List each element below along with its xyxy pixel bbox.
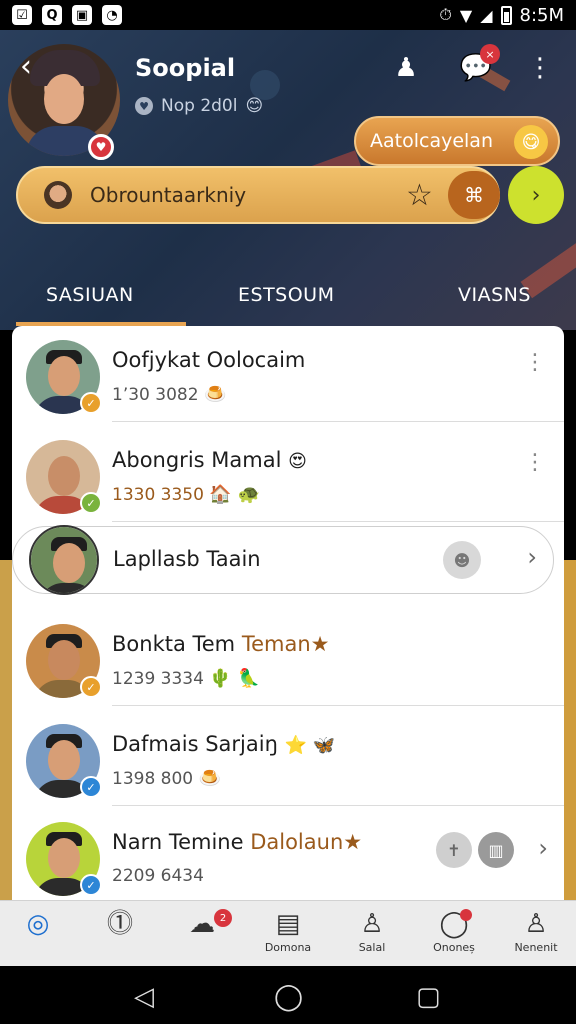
more-vert-icon[interactable]: ⋮ bbox=[522, 50, 558, 86]
home-circle-icon[interactable]: ◯ bbox=[274, 982, 303, 1012]
profile-icon: ♙ bbox=[524, 909, 548, 939]
battery-icon bbox=[500, 5, 512, 25]
contact-list: ✓ Oofjykat Oolocaim 1’30 3082 🍮 ⋮ ✓ Abon… bbox=[12, 326, 564, 900]
notification-dot bbox=[460, 909, 472, 921]
contact-number: 1330 3350 🏠 🐢 bbox=[112, 484, 260, 505]
contact-number: 1’30 3082 🍮 bbox=[112, 384, 227, 405]
nav-label: Salal bbox=[358, 941, 386, 954]
contact-name: Bonkta Tem Teman★ bbox=[112, 632, 330, 656]
clock-icon: ◔ bbox=[102, 5, 122, 25]
search-text: Obrountaarkniy bbox=[90, 183, 247, 207]
verified-check-icon: ✓ bbox=[80, 676, 102, 698]
contact-number: 1239 3334 🌵 🦜 bbox=[112, 668, 260, 689]
search-bar[interactable]: Obrountaarkniy ☆ ⌘ bbox=[16, 166, 500, 224]
contact-name: Oofjykat Oolocaim bbox=[112, 348, 306, 372]
contact-number: 2209 6434 bbox=[112, 866, 204, 886]
store-icon: ▤ bbox=[275, 909, 301, 939]
list-item[interactable]: ✓ Abongris Mamal 😍 1330 3350 🏠 🐢 ⋮ bbox=[12, 426, 564, 522]
chevron-right-icon[interactable]: › bbox=[527, 543, 537, 571]
divider bbox=[112, 421, 564, 422]
nav-ononeș[interactable]: ◯ Ononeș bbox=[418, 907, 490, 963]
divider bbox=[112, 705, 564, 706]
pill-label: Aatolcayelan bbox=[370, 130, 493, 152]
contact-name: Dafmais Sarjaiŋ ⭐ 🦋 bbox=[112, 732, 336, 756]
avatar-face bbox=[44, 74, 84, 124]
profile-subtitle: ♥ Nop 2d0l 😊 bbox=[135, 96, 263, 116]
wifi-icon: ▼ bbox=[459, 5, 473, 25]
page-title: Soopial bbox=[135, 54, 236, 82]
chevron-right-icon[interactable]: › bbox=[538, 834, 548, 862]
more-vert-icon[interactable]: ⋮ bbox=[524, 450, 546, 475]
status-bar: ☑ Q ▣ ◔ ⏱ ▼ ◢ 8:5M bbox=[0, 0, 576, 30]
home-target-icon: ◎ bbox=[26, 909, 50, 939]
tab-bar: SASIUAN ESTSOUM VIASNS bbox=[0, 280, 576, 326]
pin-icon[interactable]: ✝ bbox=[436, 832, 472, 868]
list-item[interactable]: ✓ Dafmais Sarjaiŋ ⭐ 🦋 1398 800 🍮 bbox=[12, 710, 564, 806]
star-icon[interactable]: ☆ bbox=[406, 178, 433, 213]
divider bbox=[112, 805, 564, 806]
app-icon-3: ▣ bbox=[72, 5, 92, 25]
notification-badge: × bbox=[480, 44, 500, 64]
list-item[interactable]: ✓ Narn Temine Dalolaun★ 2209 6434 ✝ ▥ › bbox=[12, 808, 564, 900]
nav-salal[interactable]: ♙ Salal bbox=[336, 907, 408, 963]
alarm-icon: ⏱ bbox=[439, 5, 452, 24]
decor-side-right bbox=[564, 560, 576, 900]
tab-estsoum[interactable]: ESTSOUM bbox=[238, 284, 335, 306]
list-item[interactable]: ✓ Oofjykat Oolocaim 1’30 3082 🍮 ⋮ bbox=[12, 326, 564, 422]
system-navigation-bar: ◁ ◯ ▢ bbox=[0, 966, 576, 1024]
nav-home[interactable]: ◎ bbox=[2, 907, 74, 963]
profile-header: ♥ ‹ Soopial ♥ Nop 2d0l 😊 ♟ 💬 × ⋮ Aatolca… bbox=[0, 30, 576, 330]
nav-label: Ononeș bbox=[433, 941, 475, 954]
battery-action-icon[interactable]: ▥ bbox=[478, 832, 514, 868]
shield-icon: ♥ bbox=[135, 97, 153, 115]
group-icon[interactable]: ☻ bbox=[443, 541, 481, 579]
signal-icon: ◢ bbox=[480, 5, 493, 25]
verified-check-icon: ✓ bbox=[80, 392, 102, 414]
person-icon[interactable]: ♟ bbox=[388, 50, 424, 86]
more-vert-icon[interactable]: ⋮ bbox=[524, 350, 546, 375]
list-item-highlighted[interactable]: Lapllasb Taain ☻ › bbox=[12, 525, 554, 595]
recents-square-icon[interactable]: ▢ bbox=[416, 982, 441, 1012]
subtitle-emoji: 😊 bbox=[245, 96, 264, 116]
pill-emoji-icon: 😋 bbox=[514, 125, 548, 159]
nav-search[interactable]: ⓵ bbox=[84, 907, 156, 963]
back-arrow-icon[interactable]: ‹ bbox=[20, 52, 44, 82]
contact-number: 1398 800 🍮 bbox=[112, 768, 221, 789]
search-icon: ⓵ bbox=[106, 909, 133, 939]
tab-sasiuan[interactable]: SASIUAN bbox=[46, 284, 134, 306]
status-time: 8:5M bbox=[519, 4, 565, 26]
divider bbox=[112, 521, 564, 522]
back-triangle-icon[interactable]: ◁ bbox=[134, 982, 154, 1012]
chat-cloud-icon: ☁ bbox=[189, 909, 215, 939]
bottom-navigation: ◎ ⓵ ☁ 2 ▤ Domona ♙ Salal ◯ Ononeș ♙ Nene… bbox=[0, 900, 576, 966]
nav-chat[interactable]: ☁ 2 bbox=[166, 907, 238, 963]
q-icon: Q bbox=[42, 5, 62, 25]
go-arrow-button[interactable]: › bbox=[508, 166, 564, 224]
contact-name: Narn Temine Dalolaun★ bbox=[112, 830, 363, 854]
tab-viasns[interactable]: VIASNS bbox=[458, 284, 531, 306]
verified-heart-icon: ♥ bbox=[88, 134, 114, 160]
action-pill-button[interactable]: Aatolcayelan 😋 bbox=[354, 116, 560, 166]
verified-check-icon: ✓ bbox=[80, 874, 102, 896]
nav-domona[interactable]: ▤ Domona bbox=[252, 907, 324, 963]
notification-badge: 2 bbox=[214, 909, 232, 927]
verified-check-icon: ✓ bbox=[80, 492, 102, 514]
list-item[interactable]: ✓ Bonkta Tem Teman★ 1239 3334 🌵 🦜 bbox=[12, 610, 564, 706]
search-avatar bbox=[44, 181, 72, 209]
app-icon-1: ☑ bbox=[12, 5, 32, 25]
map-icon[interactable]: ⌘ bbox=[448, 171, 500, 219]
contact-name: Lapllasb Taain bbox=[113, 547, 261, 571]
nav-label: Nenenit bbox=[514, 941, 558, 954]
nav-label: Domona bbox=[264, 941, 312, 954]
subtitle-text: Nop 2d0l bbox=[161, 96, 238, 116]
verified-check-icon: ✓ bbox=[80, 776, 102, 798]
person-icon: ♙ bbox=[360, 909, 384, 939]
contact-name: Abongris Mamal 😍 bbox=[112, 448, 307, 472]
nav-nenenit[interactable]: ♙ Nenenit bbox=[500, 907, 572, 963]
avatar bbox=[29, 525, 99, 595]
